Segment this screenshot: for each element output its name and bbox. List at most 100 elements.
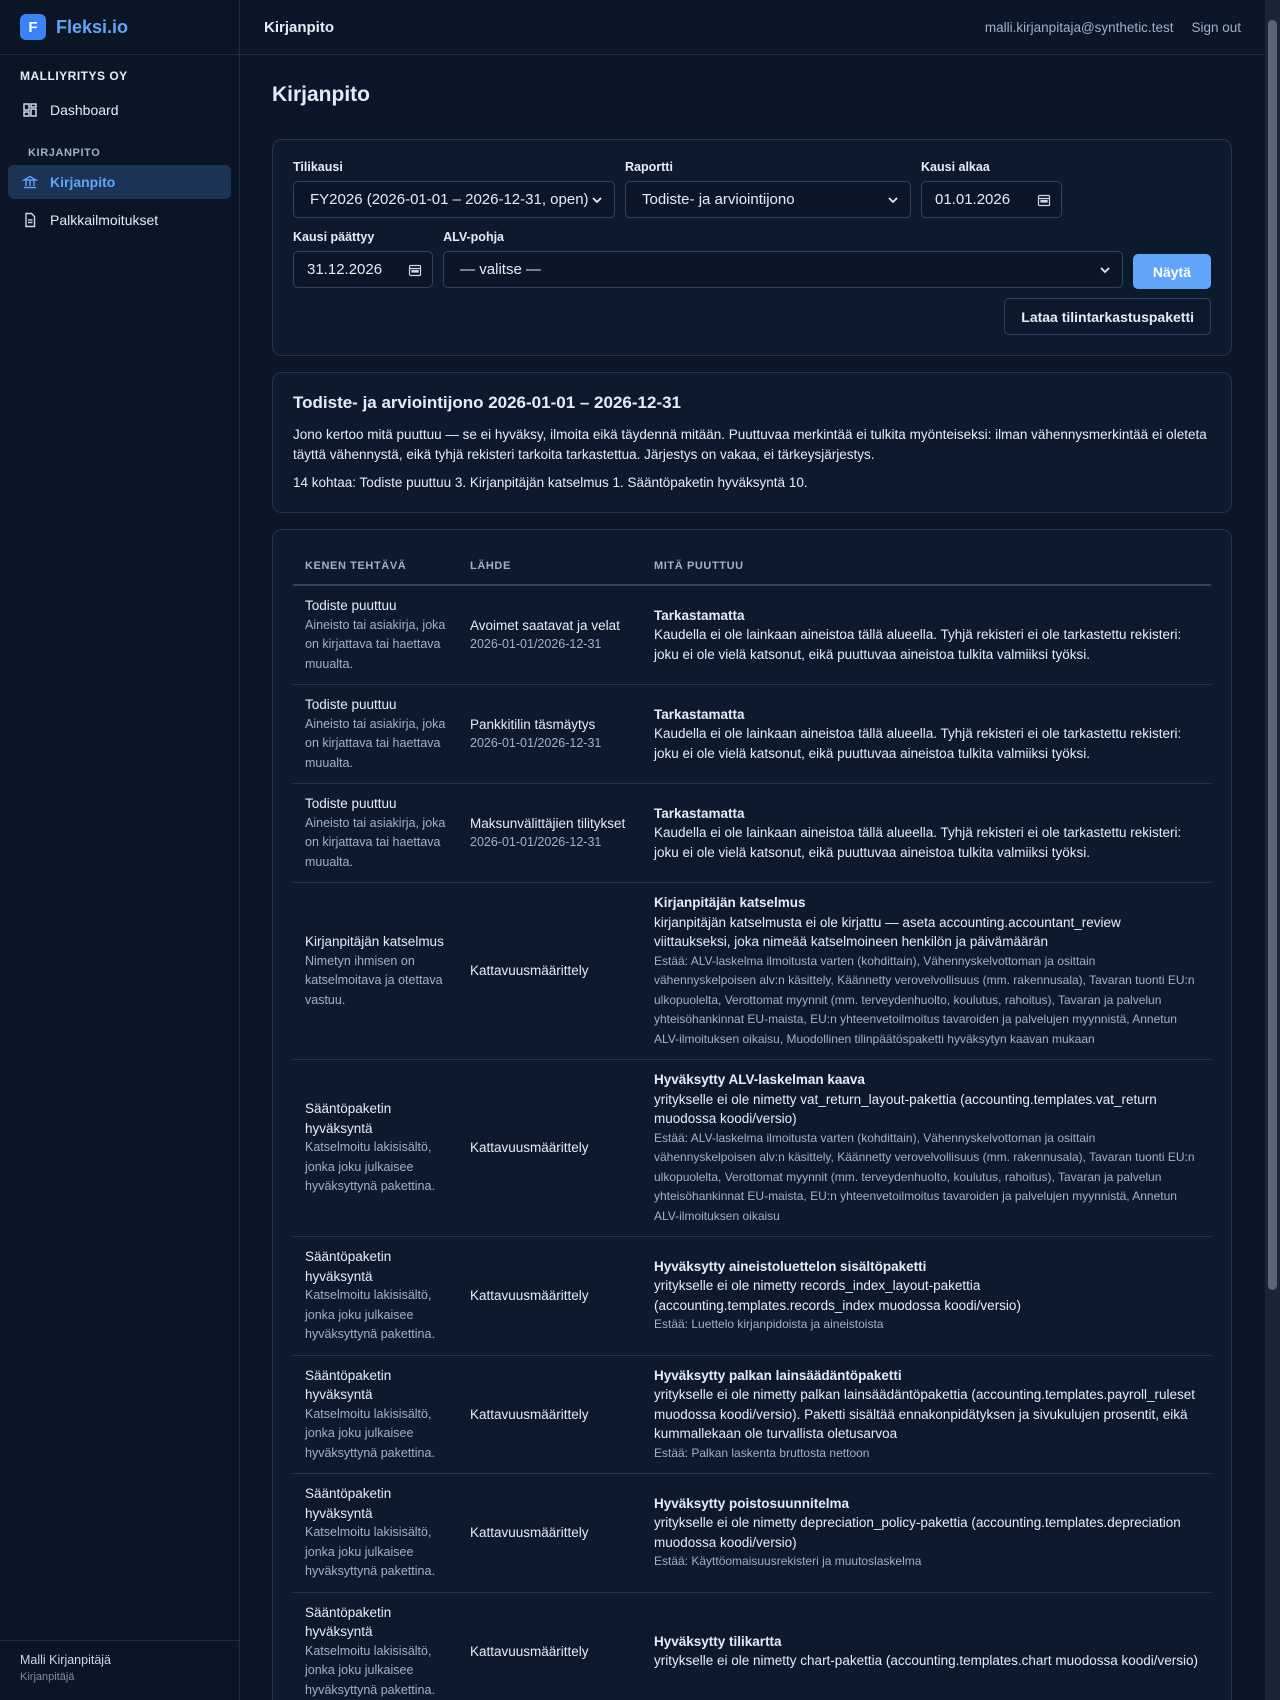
show-button[interactable]: Näytä [1132,254,1211,289]
missing-cell: Tarkastamatta Kaudella ei ole lainkaan ai… [642,585,1211,685]
blocks-text: Estää: Palkan laskenta bruttosta nettoon [654,1445,870,1460]
scrollbar[interactable] [1265,0,1280,1700]
missing-text: kirjanpitäjän katselmusta ei ole kirjatt… [654,914,1121,950]
missing-text: yritykselle ei ole nimetty chart-paketti… [654,1653,1198,1669]
source-cell: Kattavuusmäärittely [458,1592,642,1700]
missing-title: Tarkastamatta [654,706,745,722]
sign-out-link[interactable]: Sign out [1191,20,1241,35]
table-row: Todiste puuttuu Aineisto tai asiakirja, j… [293,684,1211,784]
task-name: Kirjanpitäjän katselmus [305,934,444,949]
table-row: Sääntöpaketin hyväksyntä Katselmoitu laki… [293,1236,1211,1356]
queue-table: KENEN TEHTÄVÄ LÄHDE MITÄ PUUTTUU Todiste… [293,546,1211,1700]
task-description: Nimetyn ihmisen on katselmoitava ja otet… [305,953,443,1007]
table-row: Sääntöpaketin hyväksyntä Katselmoitu laki… [293,1473,1211,1593]
task-name: Sääntöpaketin hyväksyntä [305,1101,392,1136]
brand[interactable]: F Fleksi.io [0,0,239,55]
table-row: Sääntöpaketin hyväksyntä Katselmoitu laki… [293,1592,1211,1700]
kausi-alkaa-field: Kausi alkaa 01.01.2026 [921,160,1062,218]
kausi-alkaa-input[interactable]: 01.01.2026 [921,181,1062,218]
raportti-select[interactable]: Todiste- ja arviointijono [625,181,911,218]
brand-name[interactable]: Fleksi.io [56,17,128,38]
scrollbar-thumb[interactable] [1268,20,1277,1290]
source-cell: Kattavuusmäärittely [458,1059,642,1237]
task-description: Katselmoitu lakisisältö, jonka joku julk… [305,1140,435,1194]
sidebar-item-label: Kirjanpito [50,174,116,190]
source-name: Kattavuusmäärittely [470,1406,589,1422]
task-cell: Sääntöpaketin hyväksyntä Katselmoitu laki… [293,1059,458,1237]
source-cell: Kattavuusmäärittely [458,1355,642,1474]
filter-panel: Tilikausi FY2026 (2026-01-01 – 2026-12-3… [272,139,1232,356]
sidebar-item-palkkailmoitukset[interactable]: Palkkailmoitukset [8,203,231,237]
missing-title: Hyväksytty ALV-laskelman kaava [654,1072,865,1087]
summary-card: Todiste- ja arviointijono 2026-01-01 – 2… [272,372,1232,513]
page-title: Kirjanpito [272,83,370,106]
source-cell: Pankkitilin täsmäytys 2026-01-01/2026-12-… [458,684,642,784]
source-period: 2026-01-01/2026-12-31 [470,835,602,849]
task-name: Todiste puuttuu [305,796,397,811]
missing-cell: Tarkastamatta Kaudella ei ole lainkaan ai… [642,783,1211,883]
task-cell: Todiste puuttuu Aineisto tai asiakirja, j… [293,684,458,784]
task-cell: Sääntöpaketin hyväksyntä Katselmoitu laki… [293,1236,458,1356]
sidebar-item-dashboard[interactable]: Dashboard [8,93,231,127]
task-name: Sääntöpaketin hyväksyntä [305,1486,392,1521]
table-row: Sääntöpaketin hyväksyntä Katselmoitu laki… [293,1355,1211,1474]
queue-table-card: KENEN TEHTÄVÄ LÄHDE MITÄ PUUTTUU Todiste… [272,529,1232,1700]
summary-counts: 14 kohtaa: Todiste puuttuu 3. Kirjanpitä… [293,475,808,490]
blocks-text: Estää: Luettelo kirjanpidoista ja aineis… [654,1317,884,1332]
user-role: Kirjanpitäjä [20,1671,75,1683]
task-name: Sääntöpaketin hyväksyntä [305,1367,392,1403]
task-name: Sääntöpaketin hyväksyntä [305,1249,392,1284]
alv-pohja-value: — valitse — [460,261,541,278]
calendar-icon[interactable] [1037,193,1051,207]
tilikausi-value: FY2026 (2026-01-01 – 2026-12-31, open) [310,191,589,208]
alv-pohja-select[interactable]: — valitse — [443,251,1123,288]
task-description: Katselmoitu lakisisältö, jonka joku julk… [305,1525,435,1578]
kausi-paattyy-input[interactable]: 31.12.2026 [293,251,434,288]
missing-cell: Hyväksytty poistosuunnitelma yritykselle … [642,1473,1211,1593]
sidebar-item-kirjanpito[interactable]: Kirjanpito [8,165,231,199]
nav-section-kirjanpito: KIRJANPITO [28,147,101,159]
missing-title: Hyväksytty aineistoluettelon sisältöpake… [654,1258,927,1274]
missing-text: yritykselle ei ole nimetty palkan lainsä… [654,1387,1196,1441]
task-description: Katselmoitu lakisisältö, jonka joku julk… [305,1643,435,1697]
missing-cell: Hyväksytty tilikartta yritykselle ei ole … [642,1592,1211,1700]
source-cell: Kattavuusmäärittely [458,1236,642,1356]
sidebar: F Fleksi.io MALLIYRITYS OY Dashboard KIR… [0,0,240,1700]
source-name: Kattavuusmäärittely [470,1140,589,1156]
missing-title: Hyväksytty tilikartta [654,1633,782,1649]
filter-row-1: Tilikausi FY2026 (2026-01-01 – 2026-12-3… [293,160,1211,218]
source-name: Pankkitilin täsmäytys [470,716,596,732]
main-content: Kirjanpito Tilikausi FY2026 (2026-01-01 … [272,55,1232,1700]
sidebar-footer: Malli Kirjanpitäjä Kirjanpitäjä [0,1640,240,1700]
missing-cell: Hyväksytty ALV-laskelman kaava yrityksell… [642,1059,1211,1237]
company-name: MALLIYRITYS OY [20,69,128,83]
source-name: Kattavuusmäärittely [470,1288,589,1303]
task-cell: Todiste puuttuu Aineisto tai asiakirja, j… [293,783,458,883]
alv-pohja-label: ALV-pohja [443,230,505,244]
calendar-icon[interactable] [408,263,422,277]
source-name: Kattavuusmäärittely [470,1643,589,1659]
tilikausi-field: Tilikausi FY2026 (2026-01-01 – 2026-12-3… [293,160,615,218]
source-cell: Avoimet saatavat ja velat 2026-01-01/2026… [458,585,642,685]
dashboard-icon [23,103,37,117]
task-cell: Sääntöpaketin hyväksyntä Katselmoitu laki… [293,1355,458,1474]
task-name: Todiste puuttuu [305,598,397,613]
tilikausi-select[interactable]: FY2026 (2026-01-01 – 2026-12-31, open) [293,181,615,218]
missing-title: Hyväksytty poistosuunnitelma [654,1495,850,1511]
kausi-paattyy-value: 31.12.2026 [307,261,383,278]
task-name: Sääntöpaketin hyväksyntä [305,1604,392,1640]
table-row: Todiste puuttuu Aineisto tai asiakirja, j… [293,783,1211,883]
raportti-label: Raportti [625,160,673,174]
raportti-value: Todiste- ja arviointijono [642,191,795,208]
download-audit-package-button[interactable]: Lataa tilintarkastuspaketti [1004,298,1211,335]
missing-title: Tarkastamatta [654,607,745,623]
source-cell: Kattavuusmäärittely [458,882,642,1060]
table-row: Sääntöpaketin hyväksyntä Katselmoitu laki… [293,1059,1211,1237]
missing-title: Hyväksytty palkan lainsäädäntöpaketti [654,1367,902,1383]
missing-cell: Hyväksytty palkan lainsäädäntöpaketti yri… [642,1355,1211,1474]
table-row: Todiste puuttuu Aineisto tai asiakirja, j… [293,585,1211,685]
summary-title: Todiste- ja arviointijono 2026-01-01 – 2… [293,393,682,412]
missing-text: yritykselle ei ole nimetty depreciation_… [654,1515,1181,1550]
document-icon [25,212,36,228]
table-body: Todiste puuttuu Aineisto tai asiakirja, j… [293,585,1211,1700]
